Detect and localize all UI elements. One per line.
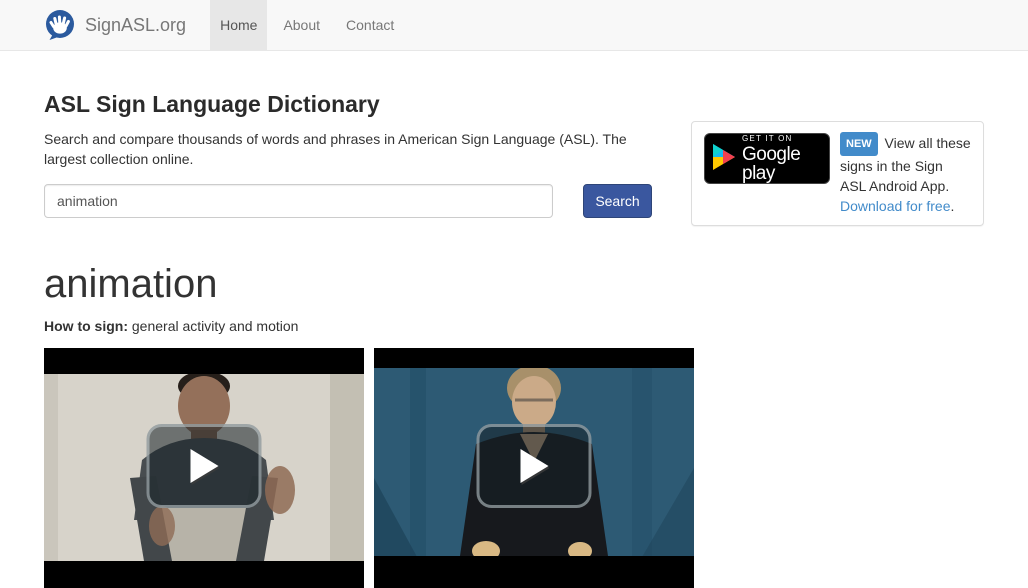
android-app-panel: GET IT ON Google play NEW View all these… bbox=[691, 121, 984, 226]
video-thumbnail-2[interactable] bbox=[374, 348, 694, 588]
search-input[interactable] bbox=[44, 184, 553, 218]
new-badge: NEW bbox=[840, 132, 878, 156]
app-promo-text: NEW View all these signs in the Sign ASL… bbox=[840, 132, 971, 216]
nav-item-about[interactable]: About bbox=[273, 0, 330, 50]
search-button[interactable]: Search bbox=[583, 184, 652, 218]
nav-item-home[interactable]: Home bbox=[210, 0, 267, 50]
search-form: Search bbox=[44, 184, 652, 218]
google-play-badge[interactable]: GET IT ON Google play bbox=[704, 133, 830, 184]
nav-item-contact[interactable]: Contact bbox=[336, 0, 404, 50]
google-play-label: Google play bbox=[742, 145, 821, 183]
how-to-sign-label: How to sign: bbox=[44, 318, 128, 334]
how-to-sign-line: How to sign: general activity and motion bbox=[44, 318, 984, 334]
video-results bbox=[44, 348, 984, 588]
how-to-sign-text: general activity and motion bbox=[128, 318, 298, 334]
word-title: animation bbox=[44, 264, 984, 304]
video-thumbnail-1[interactable] bbox=[44, 348, 364, 588]
brand[interactable]: SignASL.org bbox=[44, 0, 186, 50]
brand-name: SignASL.org bbox=[85, 15, 186, 35]
signasl-logo-icon bbox=[44, 9, 76, 41]
google-play-triangle-icon bbox=[713, 144, 735, 173]
page-title: ASL Sign Language Dictionary bbox=[44, 91, 652, 118]
play-button-icon[interactable] bbox=[477, 424, 592, 508]
download-link[interactable]: Download for free bbox=[840, 198, 951, 214]
play-button-icon[interactable] bbox=[147, 424, 262, 508]
main-content: ASL Sign Language Dictionary Search and … bbox=[44, 91, 984, 588]
navbar: SignASL.org Home About Contact bbox=[0, 0, 1028, 51]
promo-period: . bbox=[951, 198, 955, 214]
get-it-on-label: GET IT ON bbox=[742, 135, 821, 143]
page-description: Search and compare thousands of words an… bbox=[44, 129, 644, 169]
main-nav: Home About Contact bbox=[207, 0, 407, 50]
